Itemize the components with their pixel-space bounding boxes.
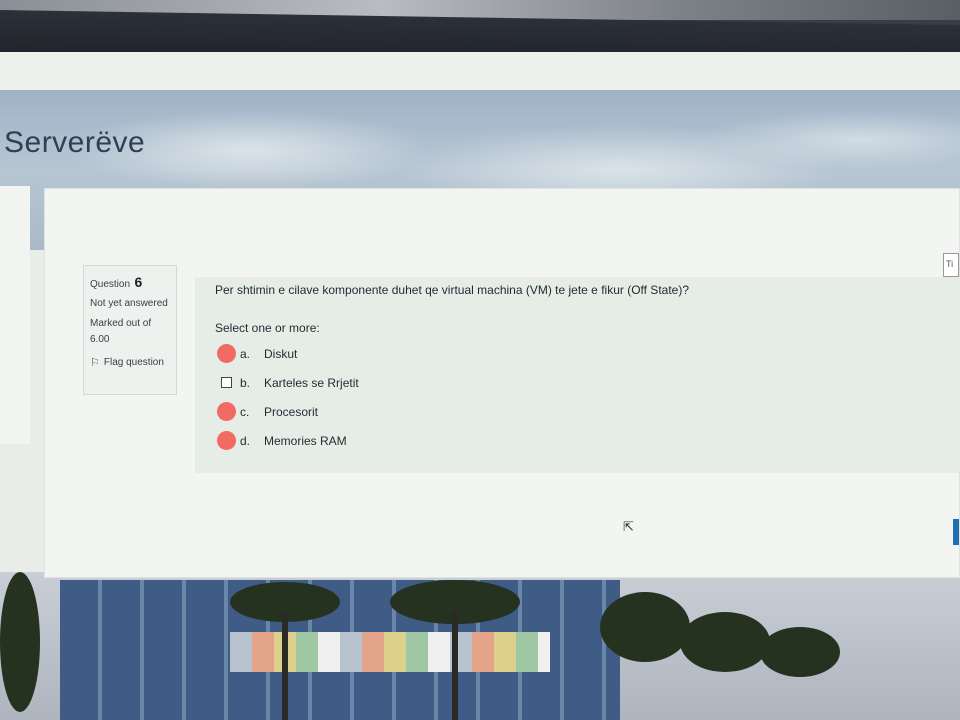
answer-label: Diskut — [264, 346, 298, 361]
answer-label: Karteles se Rrjetit — [264, 375, 359, 390]
answer-option-d[interactable]: d. Memories RAM — [217, 426, 359, 455]
tree — [680, 612, 770, 672]
answer-prompt: Select one or more: — [215, 321, 320, 335]
tree — [600, 592, 690, 662]
question-label: Question — [90, 279, 131, 290]
side-panel — [0, 186, 30, 444]
answer-letter: a. — [240, 346, 251, 361]
flag-question-link[interactable]: ⚐ Flag question — [90, 356, 170, 369]
next-page-button[interactable] — [953, 519, 959, 545]
question-card: Question 6 Not yet answered Marked out o… — [44, 188, 960, 578]
screen: Serverëve Question 6 Not yet answered Ma… — [0, 52, 960, 720]
question-text: Per shtimin e cilave komponente duhet qe… — [215, 283, 689, 297]
tree-trunk — [282, 612, 288, 720]
flag-icon: ⚐ — [90, 357, 100, 369]
answer-checkbox[interactable] — [221, 377, 232, 388]
tree-trunk — [452, 612, 458, 720]
question-grade: Marked out of 6.00 — [90, 318, 152, 345]
answer-letter: b. — [240, 375, 251, 390]
question-info: Question 6 Not yet answered Marked out o… — [83, 265, 177, 395]
answer-letter: c. — [240, 404, 250, 419]
background-photo — [0, 572, 960, 720]
red-mark — [217, 344, 236, 363]
answer-checkbox[interactable] — [217, 344, 236, 363]
answer-checkbox[interactable] — [217, 431, 236, 450]
tree — [760, 627, 840, 677]
answer-label: Memories RAM — [264, 433, 347, 448]
tree — [0, 572, 40, 712]
answer-list: a. Diskut b. Karteles se Rrjetit c. Proc… — [217, 339, 359, 455]
answer-letter: d. — [240, 433, 251, 448]
red-mark — [217, 431, 236, 450]
answer-option-c[interactable]: c. Procesorit — [217, 397, 359, 426]
answer-option-a[interactable]: a. Diskut — [217, 339, 359, 368]
flag-question-label: Flag question — [103, 357, 164, 368]
top-navbar — [0, 52, 960, 92]
course-title: Serverëve — [4, 126, 146, 159]
facade-tiles — [230, 632, 550, 672]
question-status: Not yet answered — [90, 298, 168, 309]
mouse-cursor-icon: ⇱ — [623, 519, 634, 534]
answer-option-b[interactable]: b. Karteles se Rrjetit — [221, 368, 359, 397]
answer-checkbox[interactable] — [217, 402, 236, 421]
answer-label: Procesorit — [264, 404, 319, 419]
question-number: 6 — [134, 274, 143, 290]
timer-button[interactable]: Ti — [943, 253, 959, 277]
red-mark — [217, 402, 236, 421]
